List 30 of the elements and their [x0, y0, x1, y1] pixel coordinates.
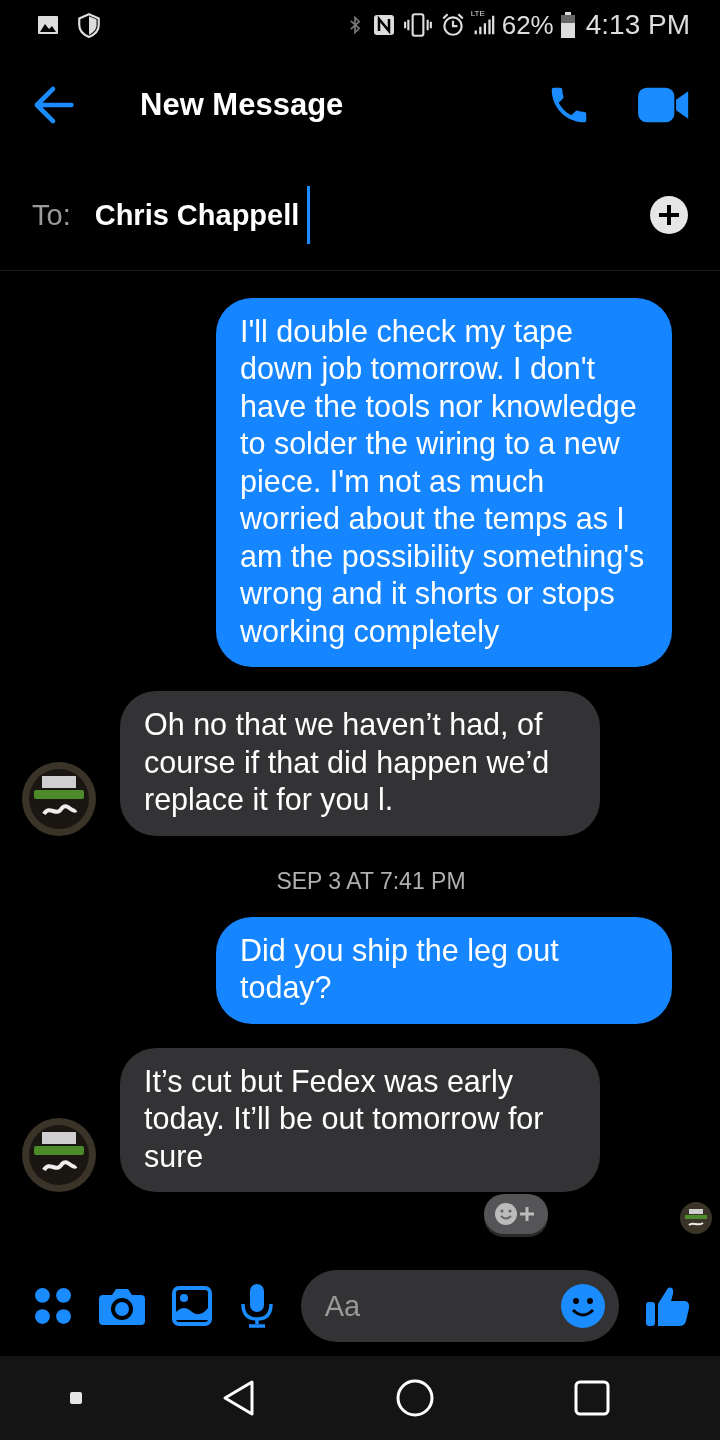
add-reaction-button[interactable]: [484, 1194, 548, 1234]
signal-icon: [472, 13, 495, 37]
gallery-button[interactable]: [172, 1286, 213, 1326]
recents-button[interactable]: [574, 1380, 610, 1416]
recipient-field[interactable]: Chris Chappell: [94, 186, 650, 244]
sent-message: Did you ship the leg out today?: [216, 916, 672, 1024]
vibrate-icon: [402, 12, 433, 38]
seen-avatar: [680, 1202, 712, 1234]
gallery-icon: [36, 13, 60, 37]
more-button[interactable]: [34, 1287, 72, 1325]
received-message: Oh no that we haven’t had, of course if that did happen we’d replace it for you l.: [120, 691, 600, 836]
received-message: It’s cut but Fedex was early today. It’ll be out tomorrow for sure: [120, 1047, 600, 1192]
microphone-button[interactable]: [239, 1284, 274, 1328]
nfc-icon: [371, 13, 396, 37]
home-button[interactable]: [396, 1379, 434, 1417]
to-label: To:: [32, 198, 71, 232]
back-nav-button[interactable]: [222, 1379, 256, 1417]
sent-message: I'll double check my tape down job tomorrow. I don't have the tools nor knowledge to solder the wiring to a new piece. I'm not as much worried about the temps as I am the possibility something's wrong and it shorts or stops working completely: [216, 297, 672, 667]
window-title: New Message: [140, 87, 345, 123]
shield-icon: [76, 12, 102, 38]
timestamp: SEP 3 AT 7:41 PM: [276, 867, 466, 895]
message-input[interactable]: Aa: [300, 1270, 619, 1342]
network-label: LTE: [470, 9, 485, 18]
add-button[interactable]: [650, 196, 688, 234]
clock: 4:13 PM: [585, 9, 690, 41]
video-call-button[interactable]: [638, 86, 690, 124]
battery-icon: [560, 12, 575, 38]
camera-button[interactable]: [99, 1287, 146, 1325]
battery-percent: 62%: [501, 9, 554, 41]
emoji-icon[interactable]: [560, 1284, 605, 1328]
